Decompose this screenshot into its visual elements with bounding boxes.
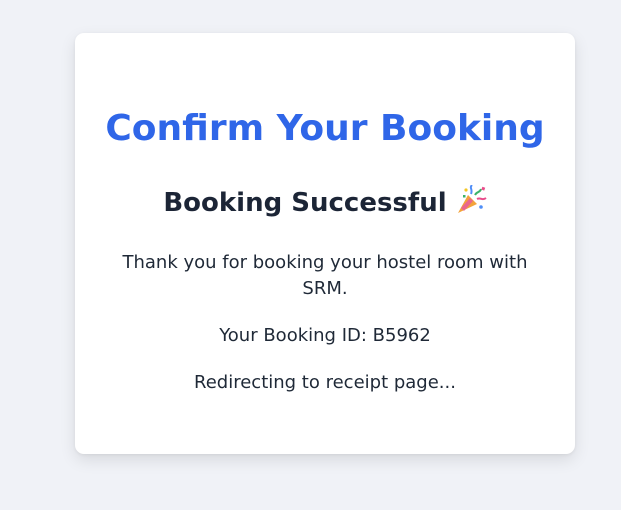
redirect-message: Redirecting to receipt page... [194, 372, 456, 393]
thank-you-message: Thank you for booking your hostel room w… [122, 252, 528, 299]
party-popper-icon [455, 184, 487, 215]
booking-confirmation-card: Confirm Your Booking Booking Successful … [75, 33, 575, 454]
success-heading-label: Booking Successful [163, 188, 447, 218]
booking-id-text: Your Booking ID: B5962 [219, 325, 431, 346]
page-title: Confirm Your Booking [105, 108, 545, 149]
success-heading: Booking Successful [75, 184, 575, 221]
